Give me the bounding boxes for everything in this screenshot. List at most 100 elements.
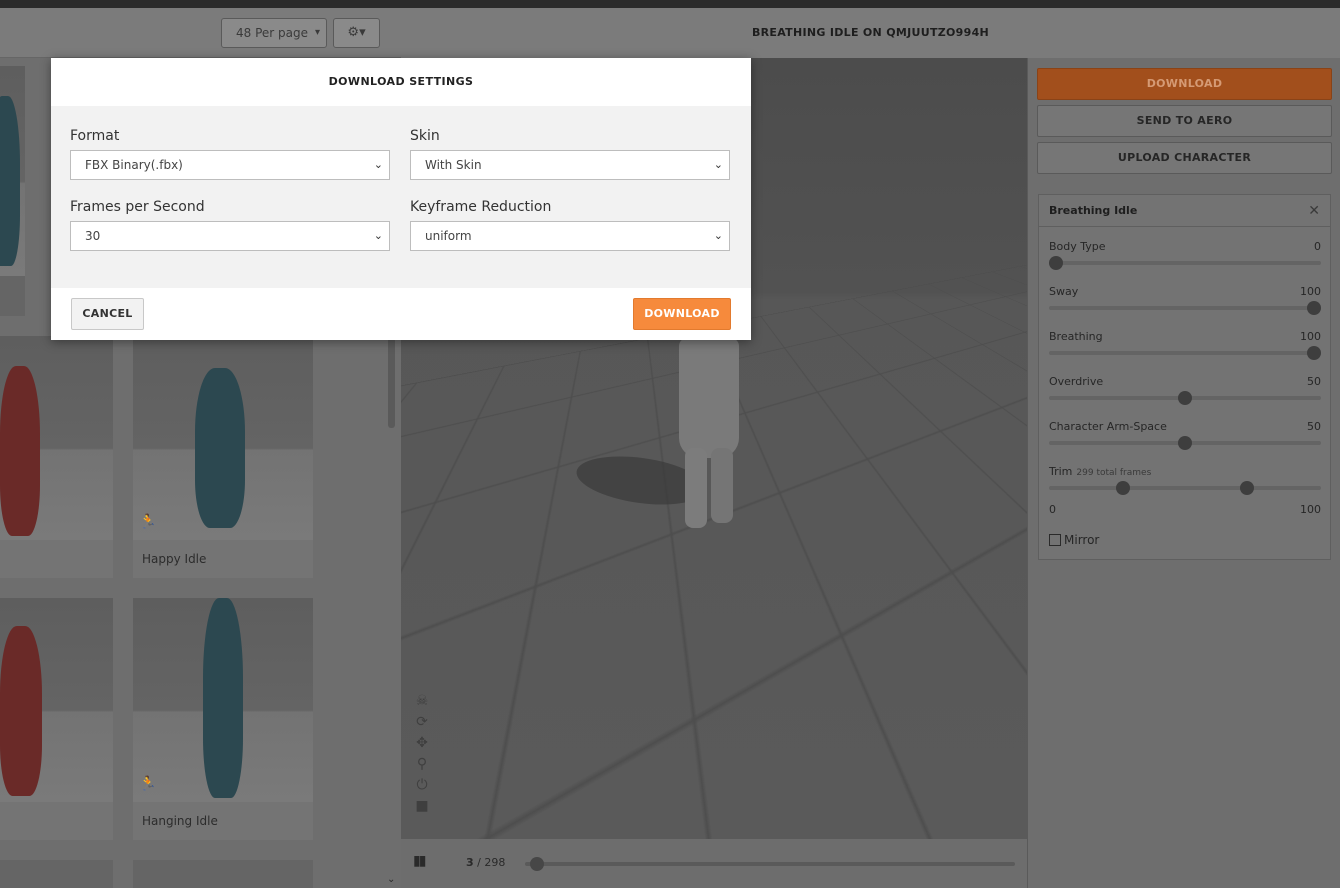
- skin-field: Skin With Skin ⌄: [410, 126, 730, 180]
- character-leg: [685, 448, 707, 528]
- viewer-title: BREATHING IDLE ON QMJUUTZO994H: [401, 8, 1340, 58]
- animation-settings-panel: Breathing Idle ✕ Body Type 0 Sway 100 Breath…: [1038, 194, 1331, 560]
- trim-end-handle[interactable]: [1239, 481, 1254, 495]
- skin-select[interactable]: With Skin ⌄: [410, 150, 730, 180]
- fps-select[interactable]: 30 ⌄: [70, 221, 390, 251]
- per-page-value: 48 Per page: [236, 26, 308, 40]
- rotate-icon[interactable]: ⟳: [411, 714, 433, 735]
- slider-handle[interactable]: [1307, 301, 1321, 315]
- camera-icon[interactable]: ■: [411, 798, 433, 819]
- slider-handle[interactable]: [1178, 436, 1192, 450]
- trim-start-handle[interactable]: [1116, 481, 1131, 495]
- slider-value: 50: [1307, 375, 1321, 388]
- keyframe-reduction-select[interactable]: uniform ⌄: [410, 221, 730, 251]
- keyframe-reduction-value: uniform: [425, 229, 472, 243]
- trim-label: Trim 299 total frames: [1049, 465, 1151, 478]
- trim-min: 0: [1049, 503, 1056, 516]
- animation-card[interactable]: [0, 336, 113, 578]
- slider-handle[interactable]: [1049, 256, 1063, 270]
- chevron-down-icon: ⌄: [713, 229, 723, 242]
- library-scrollbar[interactable]: [388, 338, 395, 428]
- chevron-down-icon[interactable]: ⌄: [387, 874, 395, 885]
- character-figure: [0, 366, 40, 536]
- move-icon[interactable]: ✥: [411, 735, 433, 756]
- slider-track[interactable]: [1049, 301, 1321, 315]
- modal-download-button[interactable]: DOWNLOAD: [633, 298, 731, 330]
- character-leg: [711, 448, 733, 523]
- trim-slider-row: Trim 299 total frames: [1049, 465, 1321, 505]
- library-toolbar: 48 Per page ▾ ⚙▾: [0, 8, 401, 58]
- chevron-down-icon: ⌄: [713, 158, 723, 171]
- animation-card[interactable]: [0, 598, 113, 840]
- trim-label-text: Trim: [1049, 465, 1073, 478]
- send-to-aero-button[interactable]: SEND TO AERO: [1037, 105, 1332, 137]
- slider-value: 0: [1314, 240, 1321, 253]
- slider-label: Overdrive: [1049, 375, 1104, 388]
- frame-counter: 3 / 298: [466, 856, 505, 869]
- slider-track[interactable]: [1049, 391, 1321, 405]
- per-page-select[interactable]: 48 Per page ▾: [221, 18, 327, 48]
- animation-card-happy-idle[interactable]: 🏃 Happy Idle: [133, 336, 313, 578]
- animation-card[interactable]: [0, 860, 113, 888]
- slider-row: Overdrive 50: [1049, 375, 1321, 415]
- skeleton-icon[interactable]: ☠: [411, 693, 433, 714]
- trim-slider[interactable]: [1049, 481, 1321, 495]
- right-panel: DOWNLOAD SEND TO AERO UPLOAD CHARACTER B…: [1027, 58, 1340, 888]
- playback-bar: ▮▮ 3 / 298: [401, 839, 1027, 888]
- pause-icon[interactable]: ▮▮: [413, 853, 426, 869]
- format-select[interactable]: FBX Binary(.fbx) ⌄: [70, 150, 390, 180]
- character-figure: [0, 626, 42, 796]
- mirror-checkbox[interactable]: [1049, 534, 1061, 546]
- animation-thumbnail: [0, 66, 25, 276]
- slider-row: Sway 100: [1049, 285, 1321, 325]
- modal-footer: CANCEL DOWNLOAD: [51, 288, 751, 340]
- modal-body: Format FBX Binary(.fbx) ⌄ Skin With Skin…: [51, 106, 751, 288]
- character-figure: [203, 598, 243, 798]
- fps-value: 30: [85, 229, 101, 243]
- animation-thumbnail: 🏃: [133, 598, 313, 802]
- animation-card[interactable]: [0, 66, 25, 316]
- settings-menu-button[interactable]: ⚙▾: [333, 18, 380, 48]
- slider-row: Character Arm-Space 50: [1049, 420, 1321, 460]
- caret-icon: ▾: [359, 25, 366, 40]
- viewport-tools: ☠ ⟳ ✥ ⚲ ⏻ ■: [411, 693, 433, 819]
- skin-label: Skin: [410, 128, 440, 144]
- mirror-toggle[interactable]: Mirror: [1049, 533, 1099, 547]
- chevron-down-icon: ▾: [314, 27, 320, 38]
- keyframe-reduction-label: Keyframe Reduction: [410, 199, 552, 215]
- fps-field: Frames per Second 30 ⌄: [70, 197, 390, 251]
- top-bar: [0, 0, 1340, 8]
- animation-card-hanging-idle[interactable]: 🏃 Hanging Idle: [133, 598, 313, 840]
- mirror-label: Mirror: [1064, 533, 1100, 547]
- close-icon[interactable]: ✕: [1308, 195, 1320, 227]
- animation-card[interactable]: [133, 860, 313, 888]
- slider-track[interactable]: [1049, 436, 1321, 450]
- slider-label: Breathing: [1049, 330, 1103, 343]
- slider-value: 100: [1300, 330, 1321, 343]
- slider-track[interactable]: [1049, 346, 1321, 360]
- download-button[interactable]: DOWNLOAD: [1037, 68, 1332, 100]
- zoom-icon[interactable]: ⚲: [411, 756, 433, 777]
- slider-label: Character Arm-Space: [1049, 420, 1167, 433]
- character-figure: [0, 96, 20, 266]
- trim-max: 100: [1300, 503, 1321, 516]
- slider-handle[interactable]: [1307, 346, 1321, 360]
- character-body: [679, 338, 739, 458]
- keyframe-reduction-field: Keyframe Reduction uniform ⌄: [410, 197, 730, 251]
- settings-title: Breathing Idle ✕: [1039, 195, 1330, 227]
- slider-value: 50: [1307, 420, 1321, 433]
- upload-character-button[interactable]: UPLOAD CHARACTER: [1037, 142, 1332, 174]
- slider-label: Body Type: [1049, 240, 1106, 253]
- slider-track[interactable]: [1049, 256, 1321, 270]
- character-figure: [195, 368, 245, 528]
- format-label: Format: [70, 128, 120, 144]
- slider-handle[interactable]: [1178, 391, 1192, 405]
- chevron-down-icon: ⌄: [373, 158, 383, 171]
- running-figure-icon: 🏃: [139, 776, 157, 792]
- slider-row: Breathing 100: [1049, 330, 1321, 370]
- cancel-button[interactable]: CANCEL: [71, 298, 144, 330]
- timeline-handle[interactable]: [529, 857, 544, 871]
- animation-card-label: Happy Idle: [133, 540, 313, 578]
- timeline-slider[interactable]: [525, 857, 1015, 871]
- reset-icon[interactable]: ⏻: [411, 777, 433, 798]
